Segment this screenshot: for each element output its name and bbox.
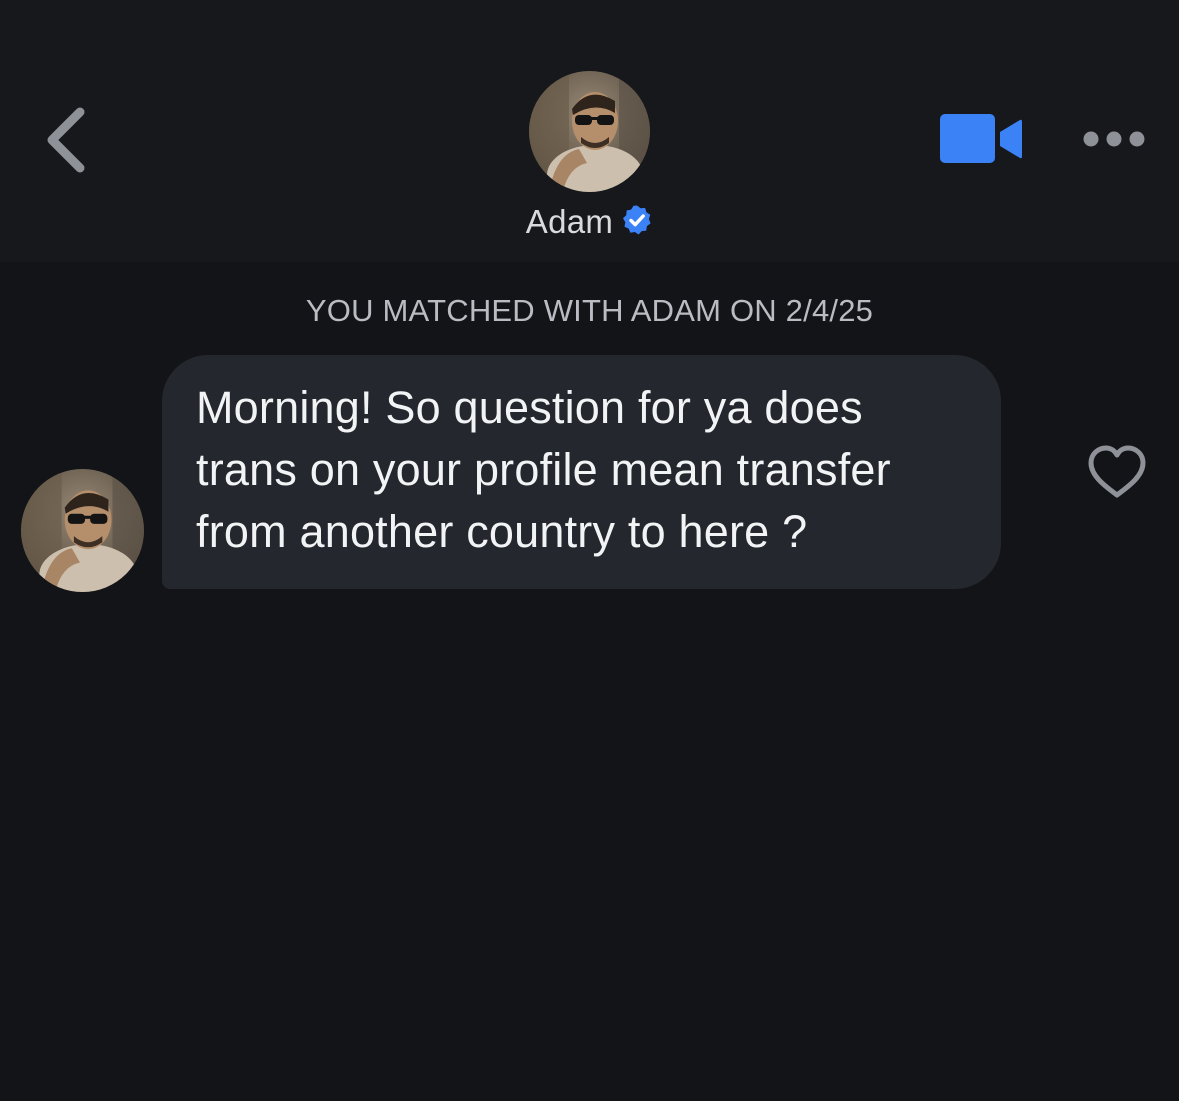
sender-avatar[interactable]	[21, 469, 144, 592]
avatar-photo	[529, 71, 650, 192]
avatar-photo	[21, 469, 144, 592]
video-camera-icon	[940, 114, 1022, 163]
profile-avatar[interactable]	[529, 71, 650, 192]
message-bubble[interactable]: Morning! So question for ya does trans o…	[162, 355, 1001, 589]
profile-name-row[interactable]: Adam	[0, 198, 1179, 246]
more-options-button[interactable]	[1080, 125, 1148, 153]
verified-check-icon	[623, 205, 651, 235]
profile-name: Adam	[525, 203, 614, 240]
video-call-button[interactable]	[938, 112, 1024, 166]
message-text: Morning! So question for ya does trans o…	[196, 382, 891, 557]
back-button[interactable]	[38, 102, 98, 178]
heart-outline-icon	[1088, 445, 1146, 498]
like-message-button[interactable]	[1086, 444, 1148, 500]
chat-header: Adam	[0, 0, 1179, 262]
more-horizontal-icon	[1083, 131, 1145, 147]
chevron-left-icon	[47, 107, 85, 173]
match-notice: YOU MATCHED WITH ADAM ON 2/4/25	[305, 293, 874, 328]
